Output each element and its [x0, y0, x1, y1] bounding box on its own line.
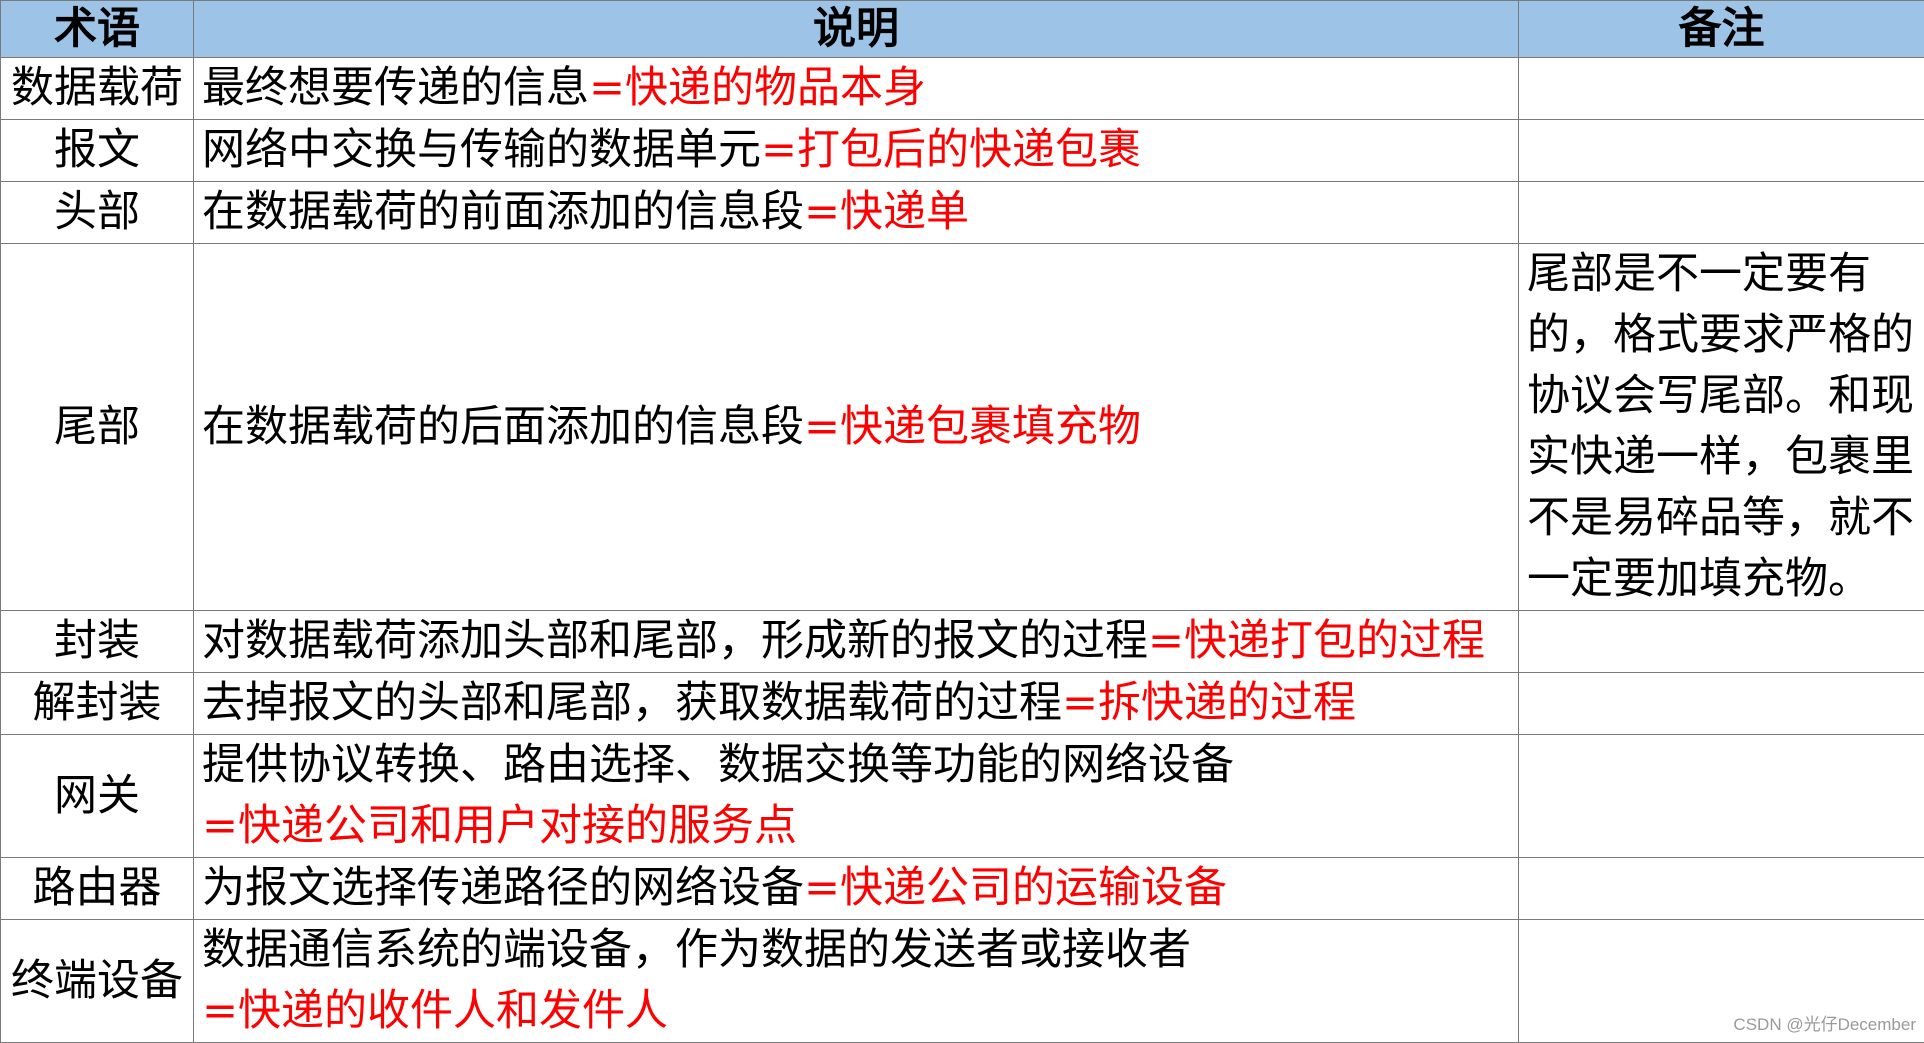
note-cell [1519, 673, 1924, 735]
description-text: 最终想要传递的信息 [202, 63, 589, 113]
description-text: 在数据载荷的前面添加的信息段 [202, 187, 804, 237]
note-cell [1519, 120, 1924, 182]
description-cell: 在数据载荷的后面添加的信息段=快递包裹填充物 [194, 244, 1519, 611]
table-row: 解封装去掉报文的头部和尾部，获取数据载荷的过程=拆快递的过程 [1, 673, 1924, 735]
analogy-text: =快递单 [804, 187, 969, 237]
terms-table: 术语 说明 备注 数据载荷最终想要传递的信息=快递的物品本身报文网络中交换与传输… [0, 0, 1924, 1043]
description-cell: 数据通信系统的端设备，作为数据的发送者或接收者 =快递的收件人和发件人 [194, 920, 1519, 1043]
description-cell: 去掉报文的头部和尾部，获取数据载荷的过程=拆快递的过程 [194, 673, 1519, 735]
analogy-text: =快递的收件人和发件人 [202, 986, 668, 1036]
note-cell [1519, 735, 1924, 858]
description-text: 提供协议转换、路由选择、数据交换等功能的网络设备 [202, 740, 1234, 790]
table-row: 封装对数据载荷添加头部和尾部，形成新的报文的过程=快递打包的过程 [1, 611, 1924, 673]
term-cell: 终端设备 [1, 920, 194, 1043]
table-row: 尾部在数据载荷的后面添加的信息段=快递包裹填充物尾部是不一定要有的，格式要求严格… [1, 244, 1924, 611]
table-row: 报文网络中交换与传输的数据单元=打包后的快递包裹 [1, 120, 1924, 182]
description-text: 在数据载荷的后面添加的信息段 [202, 402, 804, 452]
description-cell: 对数据载荷添加头部和尾部，形成新的报文的过程=快递打包的过程 [194, 611, 1519, 673]
term-cell: 封装 [1, 611, 194, 673]
term-cell: 尾部 [1, 244, 194, 611]
analogy-text: =快递的物品本身 [589, 63, 926, 113]
table-row: 终端设备数据通信系统的端设备，作为数据的发送者或接收者 =快递的收件人和发件人 [1, 920, 1924, 1043]
table-body: 数据载荷最终想要传递的信息=快递的物品本身报文网络中交换与传输的数据单元=打包后… [1, 58, 1924, 1043]
analogy-text: =打包后的快递包裹 [761, 125, 1141, 175]
description-cell: 最终想要传递的信息=快递的物品本身 [194, 58, 1519, 120]
description-cell: 在数据载荷的前面添加的信息段=快递单 [194, 182, 1519, 244]
term-cell: 报文 [1, 120, 194, 182]
table-row: 数据载荷最终想要传递的信息=快递的物品本身 [1, 58, 1924, 120]
table-header-row: 术语 说明 备注 [1, 1, 1924, 58]
note-cell [1519, 182, 1924, 244]
csdn-watermark: CSDN @光仔December [1733, 1010, 1916, 1035]
description-text: 对数据载荷添加头部和尾部，形成新的报文的过程 [202, 616, 1148, 666]
analogy-text: =拆快递的过程 [1062, 678, 1356, 728]
description-text: 去掉报文的头部和尾部，获取数据载荷的过程 [202, 678, 1062, 728]
header-description: 说明 [194, 1, 1519, 58]
table-row: 路由器为报文选择传递路径的网络设备=快递公司的运输设备 [1, 858, 1924, 920]
analogy-text: =快递包裹填充物 [804, 402, 1141, 452]
description-cell: 网络中交换与传输的数据单元=打包后的快递包裹 [194, 120, 1519, 182]
header-term: 术语 [1, 1, 194, 58]
header-note: 备注 [1519, 1, 1924, 58]
analogy-text: =快递公司的运输设备 [804, 863, 1227, 913]
note-cell: 尾部是不一定要有的，格式要求严格的协议会写尾部。和现实快递一样，包裹里不是易碎品… [1519, 244, 1924, 611]
term-cell: 网关 [1, 735, 194, 858]
description-cell: 为报文选择传递路径的网络设备=快递公司的运输设备 [194, 858, 1519, 920]
description-cell: 提供协议转换、路由选择、数据交换等功能的网络设备 =快递公司和用户对接的服务点 [194, 735, 1519, 858]
analogy-text: =快递公司和用户对接的服务点 [202, 801, 797, 851]
description-text: 数据通信系统的端设备，作为数据的发送者或接收者 [202, 925, 1191, 975]
analogy-text: =快递打包的过程 [1148, 616, 1485, 666]
table-row: 头部在数据载荷的前面添加的信息段=快递单 [1, 182, 1924, 244]
table-row: 网关提供协议转换、路由选择、数据交换等功能的网络设备 =快递公司和用户对接的服务点 [1, 735, 1924, 858]
term-cell: 头部 [1, 182, 194, 244]
term-cell: 数据载荷 [1, 58, 194, 120]
description-text: 网络中交换与传输的数据单元 [202, 125, 761, 175]
note-cell [1519, 611, 1924, 673]
note-cell [1519, 58, 1924, 120]
term-cell: 路由器 [1, 858, 194, 920]
term-cell: 解封装 [1, 673, 194, 735]
note-cell [1519, 858, 1924, 920]
description-text: 为报文选择传递路径的网络设备 [202, 863, 804, 913]
